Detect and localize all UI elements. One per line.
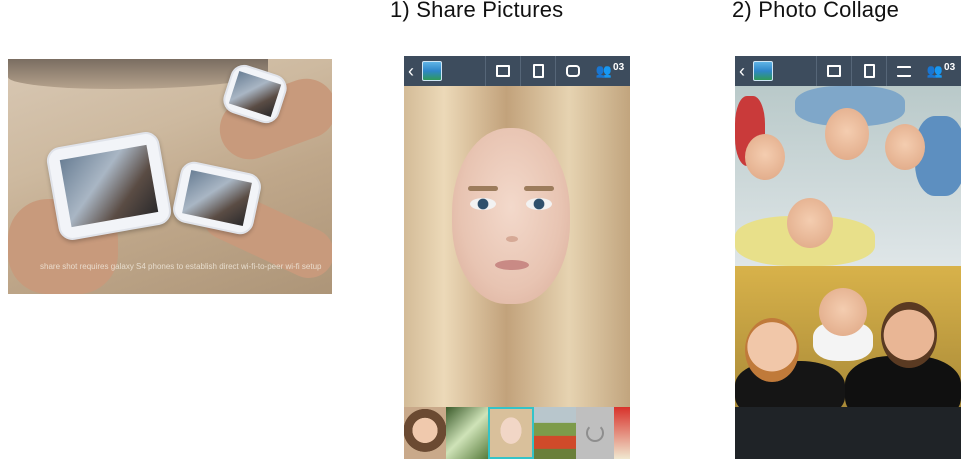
edit-icon: [496, 65, 510, 77]
collage-top-photo: [735, 86, 961, 266]
face: [787, 198, 833, 248]
share-icon: [566, 65, 580, 77]
face: [881, 302, 937, 368]
share-phone-screen: ‹ 👥 03: [404, 56, 630, 459]
loading-icon: [586, 424, 604, 442]
thumbnail[interactable]: [446, 407, 488, 459]
thumbnail[interactable]: [404, 407, 446, 459]
filmstrip: [404, 407, 630, 459]
people-button[interactable]: 👥 03: [590, 56, 630, 86]
shared-photo[interactable]: [404, 86, 630, 407]
gallery-icon: [753, 61, 773, 81]
face: [452, 128, 570, 304]
back-icon[interactable]: ‹: [739, 56, 751, 86]
loading-thumbnail: [576, 407, 614, 459]
lips: [495, 260, 529, 270]
list-icon: [897, 65, 911, 77]
edit-button[interactable]: [485, 56, 520, 86]
document-icon: [863, 64, 875, 78]
share-pictures-caption: 1) Share Pictures: [390, 0, 564, 22]
list-button[interactable]: [886, 56, 921, 86]
people-icon: 👥: [926, 63, 944, 78]
face: [745, 134, 785, 180]
collage-bottom-photo: [735, 266, 961, 407]
gallery-icon: [422, 61, 442, 81]
edit-icon: [827, 65, 841, 77]
thumbnail-selected[interactable]: [488, 407, 534, 459]
document-button[interactable]: [851, 56, 886, 86]
people-button[interactable]: 👥 03: [921, 56, 961, 86]
document-icon: [532, 64, 544, 78]
phone-device: [170, 159, 264, 237]
people-count: 03: [613, 61, 625, 73]
eye: [526, 198, 552, 210]
thumbnail[interactable]: [534, 407, 576, 459]
collage-phone-screen: ‹ 👥 03: [735, 56, 961, 459]
people-icon: 👥: [595, 63, 613, 78]
toolbar: ‹ 👥 03: [735, 56, 961, 86]
face: [885, 124, 925, 170]
share-button[interactable]: [555, 56, 590, 86]
back-icon[interactable]: ‹: [408, 56, 420, 86]
fine-print: share shot requires galaxy S4 phones to …: [40, 262, 322, 271]
face: [745, 318, 799, 382]
face: [825, 108, 869, 160]
eye: [470, 198, 496, 210]
edit-button[interactable]: [816, 56, 851, 86]
thumbnail[interactable]: [614, 407, 630, 459]
phone-device: [44, 129, 174, 243]
document-button[interactable]: [520, 56, 555, 86]
collage-photo[interactable]: [735, 86, 961, 407]
photo-collage-caption: 2) Photo Collage: [732, 0, 900, 22]
people-count: 03: [944, 61, 956, 73]
face: [819, 288, 867, 336]
promo-photo: share shot requires galaxy S4 phones to …: [8, 59, 332, 294]
toolbar: ‹ 👥 03: [404, 56, 630, 86]
